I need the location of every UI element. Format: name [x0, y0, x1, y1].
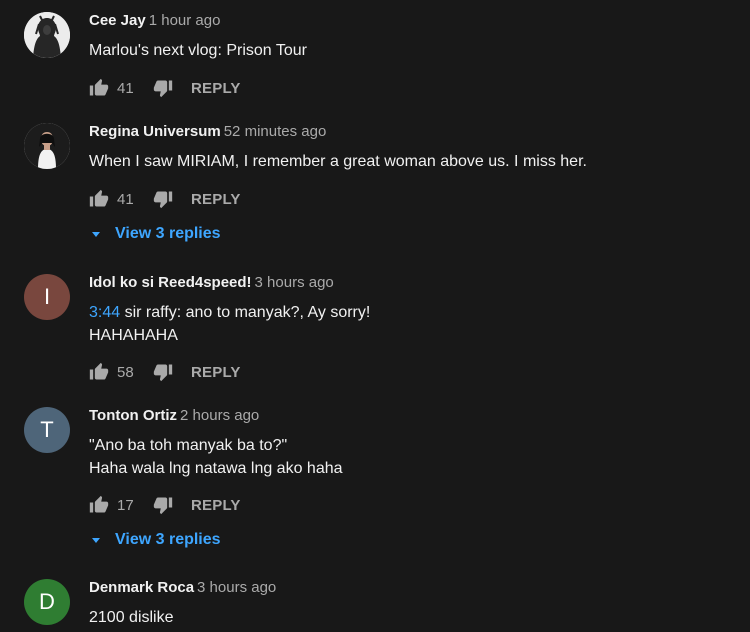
reply-button[interactable]: REPLY — [191, 80, 241, 97]
comment-text-line: "Ano ba toh manyak ba to?" — [89, 437, 288, 454]
comment-header: Idol ko si Reed4speed! 3 hours ago — [89, 274, 730, 292]
comment-text: "Ano ba toh manyak ba to?" Haha wala lng… — [89, 434, 730, 480]
like-count: 41 — [117, 190, 134, 208]
comment-time[interactable]: 52 minutes ago — [224, 123, 327, 140]
like-icon[interactable] — [89, 189, 109, 209]
avatar-letter: I — [43, 284, 51, 309]
comment-header: Tonton Ortiz 2 hours ago — [89, 407, 730, 425]
comment-actions: 58 REPLY — [89, 360, 730, 384]
avatar-letter: D — [39, 589, 55, 614]
reply-button[interactable]: REPLY — [191, 497, 241, 514]
like-count: 58 — [117, 363, 134, 381]
comment-body: Cee Jay 1 hour ago Marlou's next vlog: Pr… — [89, 12, 730, 100]
dislike-icon[interactable] — [153, 495, 173, 515]
reply-button[interactable]: REPLY — [191, 364, 241, 381]
like-icon[interactable] — [89, 362, 109, 382]
comment-header: Regina Universum 52 minutes ago — [89, 123, 730, 141]
comment-actions: 41 REPLY — [89, 187, 730, 211]
author-name[interactable]: Tonton Ortiz — [89, 407, 177, 424]
comment-time[interactable]: 2 hours ago — [180, 407, 259, 424]
comment-text-line: When I saw MIRIAM, I remember a great wo… — [89, 153, 587, 170]
avatar[interactable] — [24, 12, 70, 58]
comment-text: 3:44 sir raffy: ano to manyak?, Ay sorry… — [89, 301, 730, 347]
woman-in-white-photo-icon — [24, 123, 70, 169]
author-name[interactable]: Cee Jay — [89, 12, 146, 29]
comment-body: Regina Universum 52 minutes ago When I sa… — [89, 123, 730, 245]
avatar[interactable]: I — [24, 274, 70, 320]
dark-figure-photo-icon — [24, 12, 70, 58]
avatar-letter: T — [40, 417, 54, 442]
comment-actions: 17 REPLY — [89, 493, 730, 517]
timestamp-link[interactable]: 3:44 — [89, 304, 120, 321]
comment-actions: 41 REPLY — [89, 76, 730, 100]
comment-time[interactable]: 1 hour ago — [149, 12, 221, 29]
comment-text: When I saw MIRIAM, I remember a great wo… — [89, 150, 730, 173]
like-icon[interactable] — [89, 495, 109, 515]
comment-body: Denmark Roca 3 hours ago 2100 dislike — [89, 579, 730, 629]
author-name[interactable]: Regina Universum — [89, 123, 221, 140]
comment-body: Tonton Ortiz 2 hours ago "Ano ba toh many… — [89, 407, 730, 551]
comment-text-line: Marlou's next vlog: Prison Tour — [89, 42, 307, 59]
dislike-icon[interactable] — [153, 362, 173, 382]
comment-text-line: HAHAHAHA — [89, 327, 178, 344]
view-replies-button[interactable]: View 3 replies — [89, 223, 730, 245]
reply-button[interactable]: REPLY — [191, 191, 241, 208]
comment-text-line: sir raffy: ano to manyak?, Ay sorry! — [120, 304, 371, 321]
avatar[interactable] — [24, 123, 70, 169]
view-replies-label: View 3 replies — [115, 225, 221, 242]
dislike-icon[interactable] — [153, 78, 173, 98]
comment-text: 2100 dislike — [89, 606, 730, 629]
caret-down-icon — [89, 533, 103, 547]
avatar[interactable]: T — [24, 407, 70, 453]
caret-down-icon — [89, 227, 103, 241]
dislike-icon[interactable] — [153, 189, 173, 209]
comment-text-line: Haha wala lng natawa lng ako haha — [89, 460, 343, 477]
like-icon[interactable] — [89, 78, 109, 98]
like-count: 17 — [117, 496, 134, 514]
comment-header: Denmark Roca 3 hours ago — [89, 579, 730, 597]
comment-text: Marlou's next vlog: Prison Tour — [89, 39, 730, 62]
author-name[interactable]: Idol ko si Reed4speed! — [89, 274, 252, 291]
comment-header: Cee Jay 1 hour ago — [89, 12, 730, 30]
author-name[interactable]: Denmark Roca — [89, 579, 194, 596]
comment-time[interactable]: 3 hours ago — [197, 579, 276, 596]
comment-body: Idol ko si Reed4speed! 3 hours ago 3:44 s… — [89, 274, 730, 384]
like-count: 41 — [117, 79, 134, 97]
comment-time[interactable]: 3 hours ago — [255, 274, 334, 291]
view-replies-label: View 3 replies — [115, 531, 221, 548]
comment-text-line: 2100 dislike — [89, 609, 174, 626]
avatar[interactable]: D — [24, 579, 70, 625]
view-replies-button[interactable]: View 3 replies — [89, 529, 730, 551]
